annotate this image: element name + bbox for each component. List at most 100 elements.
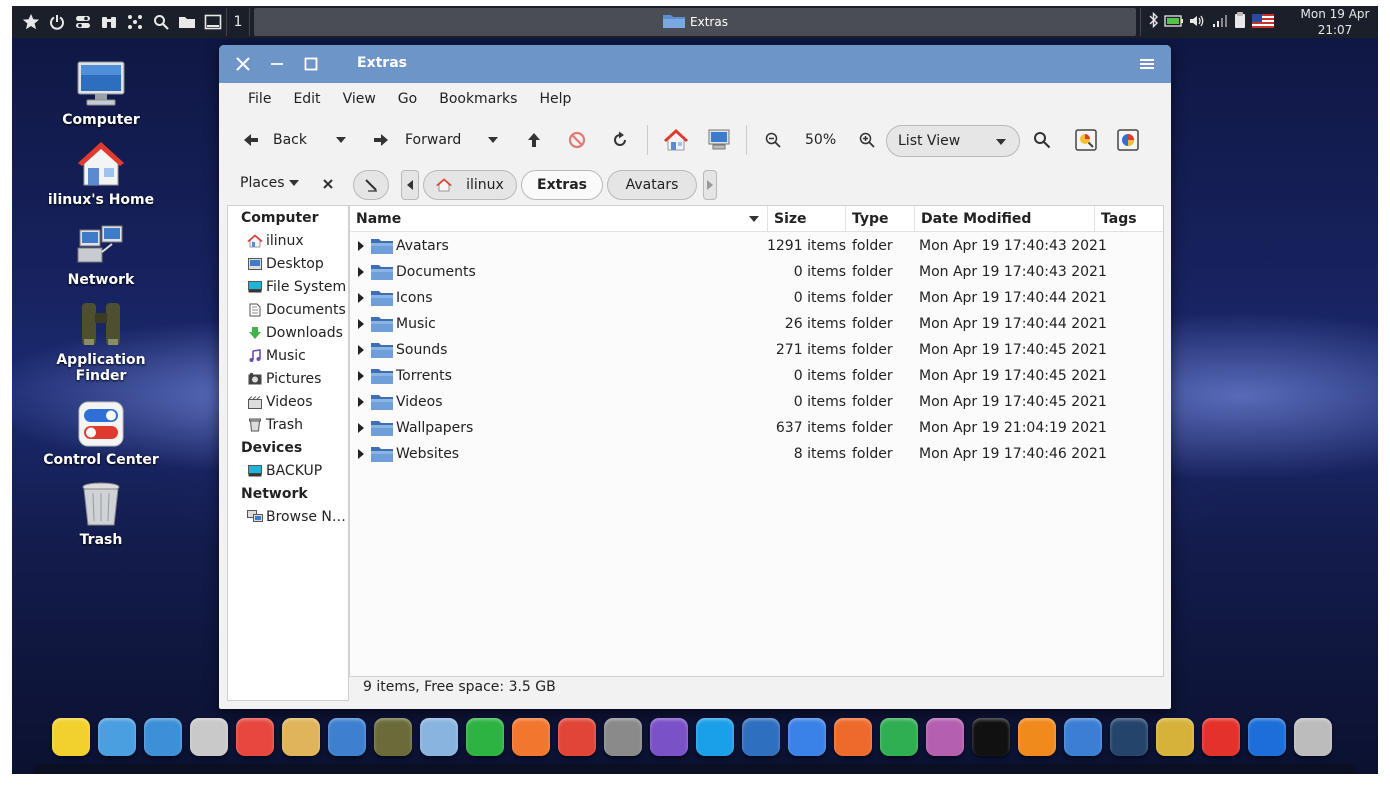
maximize-window-button[interactable] bbox=[301, 54, 321, 74]
table-row[interactable]: Torrents 0 items folder Mon Apr 19 17:40:45… bbox=[350, 363, 1163, 389]
dock-item[interactable] bbox=[878, 716, 920, 758]
dock-item[interactable] bbox=[50, 716, 92, 758]
path-scroll-left-button[interactable] bbox=[401, 170, 419, 200]
search-icon[interactable] bbox=[150, 10, 172, 34]
zoom-in-button[interactable] bbox=[859, 117, 875, 163]
table-row[interactable]: Avatars 1291 items folder Mon Apr 19 17:40:… bbox=[350, 233, 1163, 259]
zoom-out-button[interactable] bbox=[765, 117, 781, 163]
view-mode-select[interactable]: List View bbox=[886, 125, 1020, 157]
dock-item[interactable] bbox=[280, 716, 322, 758]
expander-icon[interactable] bbox=[358, 441, 364, 467]
dock-item[interactable] bbox=[234, 716, 276, 758]
forward-history-dropdown[interactable] bbox=[487, 117, 499, 163]
expander-icon[interactable] bbox=[358, 285, 364, 311]
dock-item[interactable] bbox=[1016, 716, 1058, 758]
disk-usage-button[interactable] bbox=[1074, 117, 1098, 163]
desktop-icon-application-finder[interactable]: Application Finder bbox=[41, 298, 161, 384]
sidebar-item-music[interactable]: Music bbox=[247, 346, 306, 366]
close-window-button[interactable] bbox=[233, 54, 253, 74]
dock-item[interactable] bbox=[326, 716, 368, 758]
sidebar-item-downloads[interactable]: Downloads bbox=[247, 323, 343, 343]
dock-item[interactable] bbox=[464, 716, 506, 758]
column-tags[interactable]: Tags bbox=[1095, 206, 1163, 232]
clock[interactable]: Mon 19 Apr 21:07 bbox=[1294, 6, 1376, 38]
taskbar-button-extras[interactable]: Extras bbox=[254, 8, 1136, 36]
disk-analyzer-button[interactable] bbox=[1116, 117, 1140, 163]
title-bar[interactable]: Extras bbox=[219, 45, 1171, 83]
sidebar-item-ilinux[interactable]: ilinux bbox=[247, 231, 304, 251]
power-icon[interactable] bbox=[46, 10, 68, 34]
expander-icon[interactable] bbox=[358, 233, 364, 259]
folder-icon[interactable] bbox=[176, 10, 198, 34]
desktop-icon-computer[interactable]: Computer bbox=[41, 58, 161, 128]
keyboard-layout-flag-icon[interactable] bbox=[1252, 13, 1274, 32]
back-button[interactable]: Back bbox=[243, 117, 307, 163]
table-row[interactable]: Documents 0 items folder Mon Apr 19 17:40:4… bbox=[350, 259, 1163, 285]
dock-item[interactable] bbox=[786, 716, 828, 758]
dock-item[interactable] bbox=[1292, 716, 1334, 758]
dock-item[interactable] bbox=[188, 716, 230, 758]
menu-help[interactable]: Help bbox=[528, 83, 582, 113]
table-row[interactable]: Icons 0 items folder Mon Apr 19 17:40:44 20… bbox=[350, 285, 1163, 311]
table-row[interactable]: Videos 0 items folder Mon Apr 19 17:40:45 2… bbox=[350, 389, 1163, 415]
menu-go[interactable]: Go bbox=[387, 83, 428, 113]
column-date-modified[interactable]: Date Modified bbox=[915, 206, 1095, 232]
dock-item[interactable] bbox=[602, 716, 644, 758]
clipboard-icon[interactable] bbox=[1233, 11, 1247, 33]
close-sidebar-button[interactable] bbox=[323, 177, 333, 193]
edit-location-button[interactable] bbox=[353, 170, 389, 200]
forward-button[interactable]: Forward bbox=[373, 117, 461, 163]
apps-grid-icon[interactable] bbox=[124, 10, 146, 34]
dock-item[interactable] bbox=[142, 716, 184, 758]
sidebar-item-desktop[interactable]: Desktop bbox=[247, 254, 324, 274]
go-up-button[interactable] bbox=[527, 117, 541, 163]
desktop-icon-home[interactable]: ilinux's Home bbox=[41, 138, 161, 208]
dock-item[interactable] bbox=[556, 716, 598, 758]
workspace-switcher[interactable]: 1 bbox=[226, 8, 250, 36]
menu-bookmarks[interactable]: Bookmarks bbox=[428, 83, 528, 113]
battery-charging-icon[interactable] bbox=[1164, 13, 1184, 32]
show-desktop-icon[interactable] bbox=[202, 10, 224, 34]
desktop-icon-control-center[interactable]: Control Center bbox=[41, 398, 161, 468]
table-row[interactable]: Sounds 271 items folder Mon Apr 19 17:40:45… bbox=[350, 337, 1163, 363]
dock-item[interactable] bbox=[1246, 716, 1288, 758]
dock-item[interactable] bbox=[96, 716, 138, 758]
expander-icon[interactable] bbox=[358, 363, 364, 389]
table-row[interactable]: Music 26 items folder Mon Apr 19 17:40:44 2… bbox=[350, 311, 1163, 337]
signal-icon[interactable] bbox=[1212, 13, 1228, 32]
sidebar-item-browse-network[interactable]: Browse N… bbox=[247, 507, 346, 527]
column-name[interactable]: Name bbox=[350, 206, 768, 232]
dock-item[interactable] bbox=[1062, 716, 1104, 758]
crumb-avatars[interactable]: Avatars bbox=[607, 170, 697, 200]
volume-icon[interactable] bbox=[1189, 13, 1207, 32]
binoculars-icon[interactable] bbox=[98, 10, 120, 34]
dock-item[interactable] bbox=[372, 716, 414, 758]
stop-button[interactable] bbox=[568, 117, 586, 163]
dock-item[interactable] bbox=[1200, 716, 1242, 758]
reload-button[interactable] bbox=[611, 117, 629, 163]
places-dropdown[interactable]: Places bbox=[240, 175, 299, 191]
search-button[interactable] bbox=[1033, 117, 1051, 163]
favorites-star-icon[interactable] bbox=[20, 10, 42, 34]
table-row[interactable]: Wallpapers 637 items folder Mon Apr 19 21:0… bbox=[350, 415, 1163, 441]
expander-icon[interactable] bbox=[358, 337, 364, 363]
dock-item[interactable] bbox=[648, 716, 690, 758]
zoom-level[interactable]: 50% bbox=[805, 117, 836, 163]
expander-icon[interactable] bbox=[358, 259, 364, 285]
menu-file[interactable]: File bbox=[237, 83, 282, 113]
dock-item[interactable] bbox=[970, 716, 1012, 758]
sidebar-item-documents[interactable]: Documents bbox=[247, 300, 346, 320]
crumb-ilinux[interactable]: ilinux bbox=[423, 170, 517, 200]
sidebar-item-file-system[interactable]: File System bbox=[247, 277, 346, 297]
dock-item[interactable] bbox=[1108, 716, 1150, 758]
crumb-extras[interactable]: Extras bbox=[521, 170, 603, 200]
settings-toggle-icon[interactable] bbox=[72, 10, 94, 34]
dock-item[interactable] bbox=[694, 716, 736, 758]
dock-item[interactable] bbox=[510, 716, 552, 758]
minimize-window-button[interactable] bbox=[267, 54, 287, 74]
menu-edit[interactable]: Edit bbox=[282, 83, 331, 113]
desktop-icon-network[interactable]: Network bbox=[41, 218, 161, 288]
expander-icon[interactable] bbox=[358, 311, 364, 337]
sidebar-item-pictures[interactable]: Pictures bbox=[247, 369, 321, 389]
window-menu-icon[interactable] bbox=[1137, 54, 1157, 74]
